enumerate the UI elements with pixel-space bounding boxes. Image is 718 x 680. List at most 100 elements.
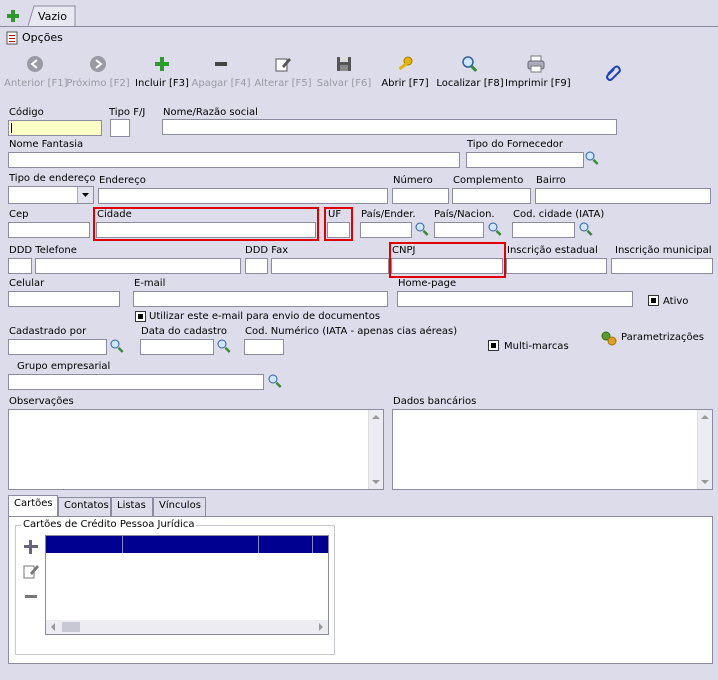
imprimir-button[interactable]: Imprimir [F9] xyxy=(505,52,571,92)
bairro-label: Bairro xyxy=(536,175,566,186)
scroll-down-icon xyxy=(372,480,380,484)
dados-bancarios-textarea[interactable] xyxy=(392,409,713,490)
pais-ender-search-icon[interactable] xyxy=(414,221,430,237)
edit-icon xyxy=(23,565,39,579)
grupo-empresarial-search-icon[interactable] xyxy=(267,373,283,389)
numero-label: Número xyxy=(393,175,433,186)
ddd-fax-input[interactable] xyxy=(245,258,268,274)
nome-fantasia-label: Nome Fantasia xyxy=(9,139,84,150)
proximo-button[interactable]: Próximo [F2] xyxy=(66,52,130,92)
tipo-fornecedor-label: Tipo do Fornecedor xyxy=(467,139,564,150)
bairro-input[interactable] xyxy=(535,188,711,204)
utilizar-email-checkbox[interactable] xyxy=(135,311,146,322)
key-icon xyxy=(398,56,413,71)
inscricao-municipal-input[interactable] xyxy=(611,258,713,274)
scroll-thumb[interactable] xyxy=(62,622,80,632)
save-icon xyxy=(337,57,351,71)
card-edit-button[interactable] xyxy=(23,563,39,579)
tipo-fj-input[interactable] xyxy=(110,119,130,137)
alterar-button[interactable]: Alterar [F5] xyxy=(252,52,314,92)
tipo-endereco-select[interactable] xyxy=(8,186,94,204)
observacoes-scrollbar[interactable] xyxy=(368,410,383,489)
uf-highlight xyxy=(324,207,353,241)
cep-label: Cep xyxy=(9,209,29,220)
numero-input[interactable] xyxy=(392,188,449,204)
pais-ender-input[interactable] xyxy=(360,222,412,238)
apagar-button[interactable]: Apagar [F4] xyxy=(191,52,251,92)
anterior-label: Anterior [F1] xyxy=(4,78,68,89)
data-cadastro-label: Data do cadastro xyxy=(141,326,227,337)
tipo-fornecedor-search-icon[interactable] xyxy=(584,150,600,166)
incluir-button[interactable]: Incluir [F3] xyxy=(133,52,191,92)
card-add-button[interactable] xyxy=(23,539,39,555)
abrir-button[interactable]: Abrir [F7] xyxy=(378,52,432,92)
salvar-label: Salvar [F6] xyxy=(316,78,372,89)
tab-vinculos[interactable]: Vínculos xyxy=(153,497,206,516)
apagar-label: Apagar [F4] xyxy=(191,78,251,89)
tab-contatos-label: Contatos xyxy=(64,500,109,511)
endereco-input[interactable] xyxy=(98,188,388,204)
cadastrado-por-input[interactable] xyxy=(8,339,107,355)
ativo-checkbox[interactable] xyxy=(648,295,659,306)
parametrizacoes-button[interactable]: Parametrizações xyxy=(600,330,710,346)
options-icon xyxy=(6,31,18,45)
multi-marcas-label: Multi-marcas xyxy=(504,341,569,352)
home-page-input[interactable] xyxy=(397,291,633,307)
nome-razao-label: Nome/Razão social xyxy=(163,107,258,118)
alterar-label: Alterar [F5] xyxy=(254,78,312,89)
tipo-endereco-label: Tipo de endereço xyxy=(9,173,96,184)
scroll-right-icon xyxy=(319,623,323,631)
scroll-up-icon xyxy=(701,415,709,419)
ddd-telefone-input[interactable] xyxy=(8,258,32,274)
cod-cidade-label: Cod. cidade (IATA) xyxy=(513,209,605,220)
grupo-empresarial-input[interactable] xyxy=(8,374,264,390)
proximo-label: Próximo [F2] xyxy=(66,78,130,89)
cards-grid-hscrollbar[interactable] xyxy=(46,620,328,634)
cep-input[interactable] xyxy=(8,222,90,238)
inscricao-estadual-label: Inscrição estadual xyxy=(507,245,598,256)
tab-vazio[interactable]: Vazio xyxy=(28,5,76,27)
telefone-input[interactable] xyxy=(35,258,241,274)
salvar-button[interactable]: Salvar [F6] xyxy=(314,52,374,92)
inscricao-municipal-label: Inscrição municipal xyxy=(615,245,712,256)
parametrizacoes-label: Parametrizações xyxy=(621,332,705,343)
nome-razao-input[interactable] xyxy=(162,119,617,135)
pais-nacion-input[interactable] xyxy=(434,222,484,238)
cod-cidade-input[interactable] xyxy=(512,222,575,238)
arrow-left-icon xyxy=(27,56,43,72)
cnpj-highlight xyxy=(389,242,506,278)
celular-input[interactable] xyxy=(8,291,120,307)
complemento-input[interactable] xyxy=(452,188,531,204)
dados-bancarios-scrollbar[interactable] xyxy=(697,410,712,489)
tab-contatos[interactable]: Contatos xyxy=(58,497,111,516)
anterior-button[interactable]: Anterior [F1] xyxy=(4,52,68,92)
email-input[interactable] xyxy=(133,291,388,307)
attach-button[interactable] xyxy=(604,64,622,82)
nome-fantasia-input[interactable] xyxy=(8,152,460,168)
pais-nacion-search-icon[interactable] xyxy=(487,221,503,237)
cod-numerico-input[interactable] xyxy=(244,339,284,355)
tab-listas[interactable]: Listas xyxy=(111,497,153,516)
card-delete-button[interactable] xyxy=(23,589,39,605)
printer-icon xyxy=(527,55,545,73)
data-cadastro-search-icon[interactable] xyxy=(216,338,232,354)
cards-grid[interactable] xyxy=(45,535,329,635)
options-menu[interactable]: Opções xyxy=(4,30,74,46)
home-page-label: Home-page xyxy=(398,278,457,289)
cadastrado-por-label: Cadastrado por xyxy=(9,326,87,337)
observacoes-textarea[interactable] xyxy=(8,409,384,490)
cadastrado-por-search-icon[interactable] xyxy=(109,338,125,354)
fax-input[interactable] xyxy=(271,258,389,274)
edit-icon xyxy=(275,58,291,72)
codigo-input[interactable] xyxy=(8,120,102,136)
data-cadastro-input[interactable] xyxy=(140,339,214,355)
multi-marcas-checkbox[interactable] xyxy=(488,340,499,351)
tipo-fornecedor-input[interactable] xyxy=(466,152,584,168)
localizar-button[interactable]: Localizar [F8] xyxy=(436,52,504,92)
tab-cartoes[interactable]: Cartões xyxy=(8,495,58,517)
cards-group-title: Cartões de Crédito Pessoa Jurídica xyxy=(21,519,197,531)
imprimir-label: Imprimir [F9] xyxy=(505,78,571,89)
inscricao-estadual-input[interactable] xyxy=(506,258,607,274)
cod-cidade-search-icon[interactable] xyxy=(578,221,594,237)
add-tab-icon[interactable] xyxy=(6,9,20,23)
